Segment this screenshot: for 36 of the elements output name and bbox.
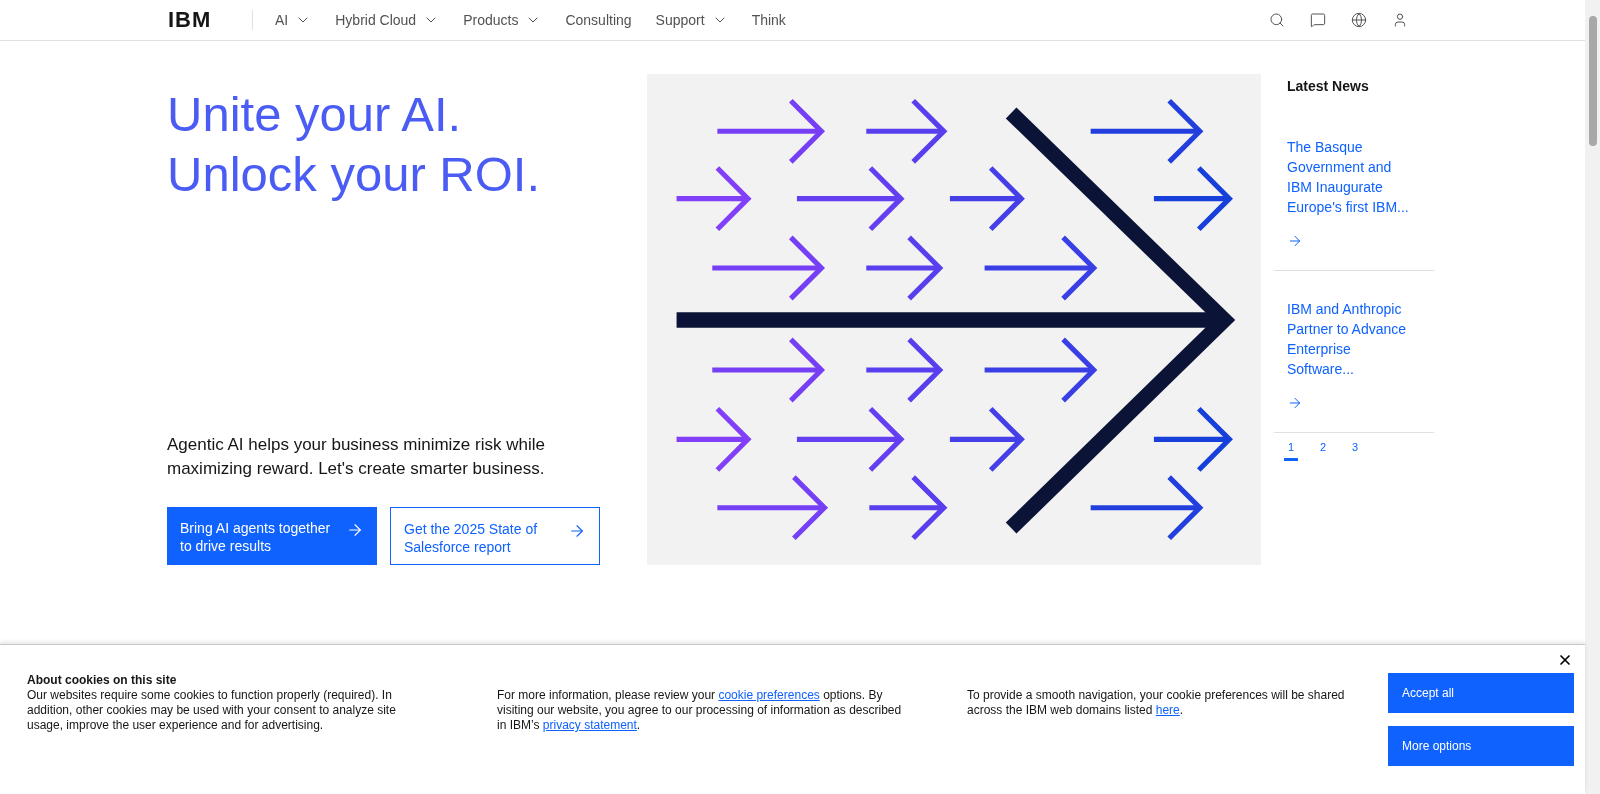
news-title: Latest News xyxy=(1287,77,1370,96)
search-icon[interactable] xyxy=(1269,12,1285,28)
pagination-link[interactable]: 1 xyxy=(1284,439,1298,461)
nav-menu-item[interactable]: Support xyxy=(643,9,740,31)
news-card[interactable]: IBM and Anthropic Partner to Advance Enterprise Software... xyxy=(1274,299,1434,433)
close-icon[interactable] xyxy=(1557,652,1573,668)
text-link[interactable]: privacy statement xyxy=(542,718,637,732)
pagination-link[interactable]: 3 xyxy=(1348,439,1362,461)
arrow-right-icon xyxy=(1287,395,1303,411)
cookie-button[interactable]: Accept all xyxy=(1388,673,1574,713)
hero-description: Agentic AI helps your business minimize risk while maximizing reward. Let's create smarter business. xyxy=(167,434,546,480)
arrow-right-icon xyxy=(346,521,364,539)
globe-icon[interactable] xyxy=(1351,12,1367,28)
user-icon[interactable] xyxy=(1392,12,1408,28)
arrow-right-icon xyxy=(1287,233,1303,249)
text-link[interactable]: cookie preferences xyxy=(718,688,820,702)
cookie-title: About cookies on this site xyxy=(27,673,178,688)
nav-menu-item[interactable]: Think xyxy=(739,9,798,31)
nav-menu-item[interactable]: Hybrid Cloud xyxy=(323,9,452,31)
cookie-text: Our websites require some cookies to function properly (required). In addition, other cookies may be used with your consent to analyze site usage, improve the user experience and for advertising. xyxy=(27,688,397,733)
ibm-logo[interactable]: IBM xyxy=(168,9,218,31)
cookie-button[interactable]: More options xyxy=(1388,726,1574,766)
text-link[interactable]: here xyxy=(1155,703,1180,717)
primary-button[interactable]: Bring AI agents together to drive results xyxy=(167,507,377,565)
arrow-right-icon xyxy=(568,522,586,540)
pagination-link[interactable]: 2 xyxy=(1316,439,1330,461)
cookie-info-text: For more information, please review your cookie preferences options. By visiting our website, you agree to our processing of information as described in IBM’s privacy statement. xyxy=(497,688,903,734)
nav-menu-item[interactable]: Products xyxy=(451,9,554,31)
chat-icon[interactable] xyxy=(1310,12,1326,28)
scrollbar[interactable] xyxy=(1585,0,1600,794)
nav-menu-item[interactable]: Consulting xyxy=(553,9,644,31)
nav-menu-item[interactable]: AI xyxy=(263,9,324,31)
cookie-domains-text: To provide a smooth navigation, your cookie preferences will be shared across the IBM web domains listed here. xyxy=(967,688,1346,719)
hero-title: Unite your AI. Unlock your ROI. xyxy=(167,86,542,203)
news-card[interactable]: The Basque Government and IBM Inaugurate Europe's first IBM... xyxy=(1274,137,1434,271)
secondary-button[interactable]: Get the 2025 State of Salesforce report xyxy=(390,507,600,565)
